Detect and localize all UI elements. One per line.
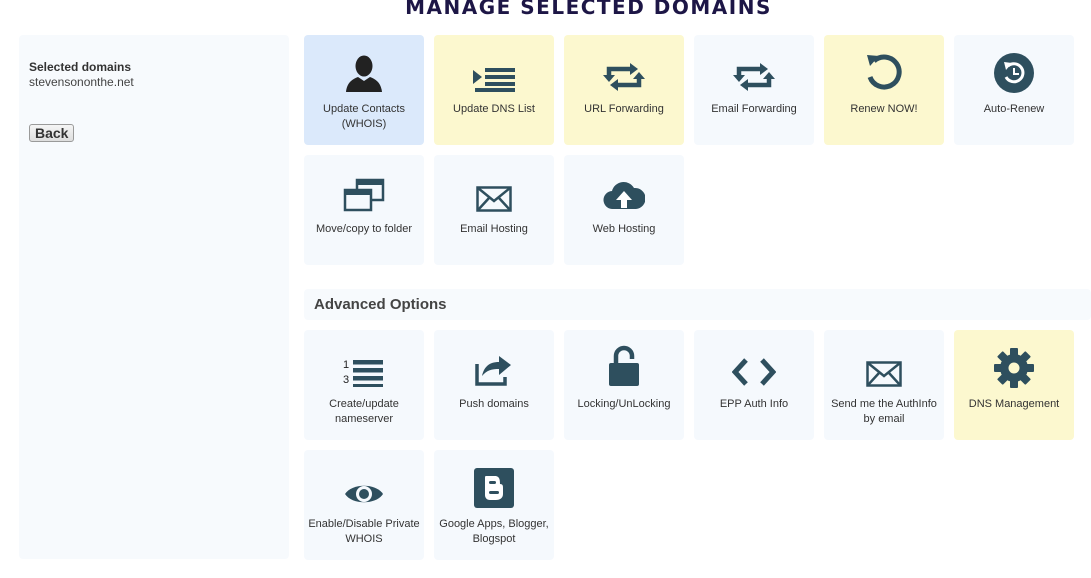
svg-text:1: 1	[343, 359, 349, 371]
svg-text:3: 3	[343, 374, 349, 386]
tile-auto-renew[interactable]: Auto-Renew	[954, 35, 1074, 145]
page-title: MANAGE SELECTED DOMAINS	[405, 0, 772, 19]
tile-update-dns-list[interactable]: Update DNS List	[434, 35, 554, 145]
cloud-upload-icon	[564, 175, 684, 215]
code-icon	[694, 352, 814, 392]
advanced-options-title: Advanced Options	[314, 296, 447, 313]
advanced-options-header: Advanced Options	[304, 289, 1091, 320]
tile-move-copy-folder[interactable]: Move/copy to folder	[304, 155, 424, 265]
unlock-icon	[564, 345, 684, 386]
sidebar: Selected domains stevensononthe.net Back	[19, 35, 289, 559]
tile-label: Auto-Renew	[983, 103, 1045, 115]
tile-label: Create/update nameserver	[329, 398, 399, 425]
selected-domain-name: stevensononthe.net	[29, 75, 134, 89]
tile-label: EPP Auth Info	[719, 398, 789, 410]
tile-locking-unlocking[interactable]: Locking/UnLocking	[564, 330, 684, 440]
tile-update-contacts[interactable]: Update Contacts (WHOIS)	[304, 35, 424, 145]
tile-renew-now[interactable]: Renew NOW!	[824, 35, 944, 145]
forward-arrows-icon	[694, 57, 814, 97]
tile-label: Locking/UnLocking	[577, 398, 671, 410]
envelope-icon	[824, 354, 944, 394]
dns-list-icon	[434, 59, 554, 99]
tile-email-forwarding[interactable]: Email Forwarding	[694, 35, 814, 145]
tile-label: Renew NOW!	[850, 103, 918, 115]
tile-send-authinfo-email[interactable]: Send me the AuthInfo by email	[824, 330, 944, 440]
forward-arrows-icon	[564, 57, 684, 97]
tile-label: Update DNS List	[453, 103, 535, 115]
envelope-icon	[434, 179, 554, 219]
tile-google-apps-blogger[interactable]: Google Apps, Blogger, Blogspot	[434, 450, 554, 560]
tile-label: Enable/Disable Private WHOIS	[308, 518, 420, 545]
selected-domains-label: Selected domains	[29, 60, 132, 74]
tile-email-hosting[interactable]: Email Hosting	[434, 155, 554, 265]
tile-label: DNS Management	[968, 398, 1060, 410]
numbered-list-icon: 1 3	[304, 352, 424, 392]
renew-icon	[824, 53, 944, 93]
tile-epp-auth-info[interactable]: EPP Auth Info	[694, 330, 814, 440]
tile-label: Google Apps, Blogger, Blogspot	[439, 518, 549, 545]
tile-push-domains[interactable]: Push domains	[434, 330, 554, 440]
auto-renew-icon	[954, 53, 1074, 93]
tile-label: Email Hosting	[460, 223, 528, 235]
tile-label: Push domains	[459, 398, 529, 410]
windows-icon	[304, 175, 424, 215]
back-button[interactable]: Back	[29, 124, 75, 142]
tile-create-update-nameserver[interactable]: 1 3 Create/update nameserver	[304, 330, 424, 440]
blogger-icon	[434, 468, 554, 508]
tile-private-whois[interactable]: Enable/Disable Private WHOIS	[304, 450, 424, 560]
tile-label: Send me the AuthInfo by email	[831, 398, 937, 425]
tile-label: Email Forwarding	[711, 103, 797, 115]
tile-label: Update Contacts (WHOIS)	[323, 103, 405, 130]
tile-label: Move/copy to folder	[316, 223, 412, 235]
tile-web-hosting[interactable]: Web Hosting	[564, 155, 684, 265]
gear-icon	[954, 348, 1074, 388]
user-icon	[304, 53, 424, 93]
tile-url-forwarding[interactable]: URL Forwarding	[564, 35, 684, 145]
tile-label: URL Forwarding	[584, 103, 664, 115]
eye-icon	[304, 474, 424, 514]
tile-label: Web Hosting	[592, 223, 656, 235]
tile-dns-management[interactable]: DNS Management	[954, 330, 1074, 440]
share-icon	[434, 350, 554, 390]
